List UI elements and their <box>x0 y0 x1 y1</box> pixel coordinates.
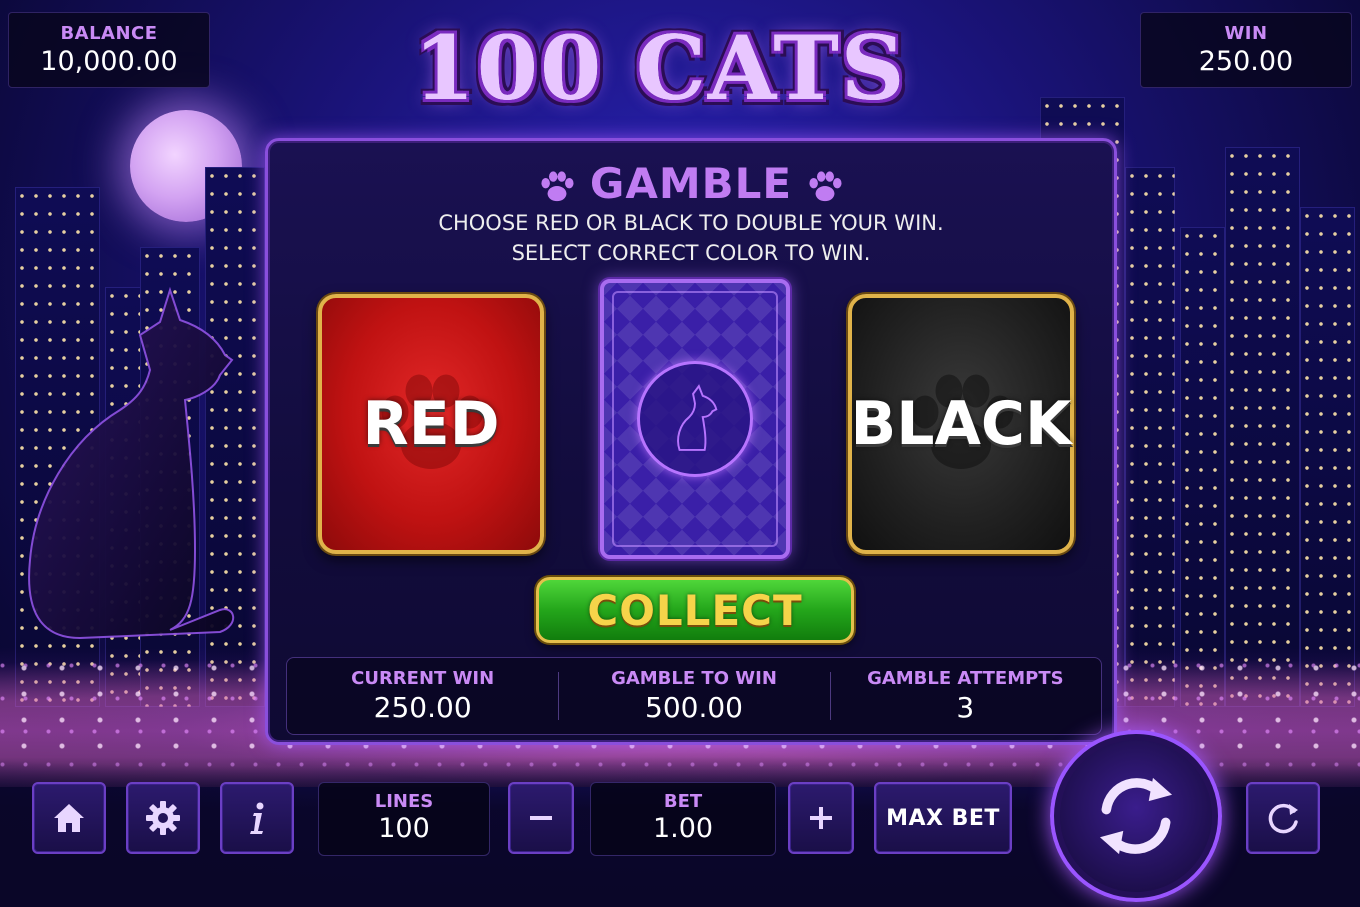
current-win-stat: CURRENT WIN 250.00 <box>287 658 558 734</box>
spin-icon <box>1099 777 1173 855</box>
skyscraper <box>1180 227 1225 707</box>
max-bet-button[interactable]: MAX BET <box>874 782 1012 854</box>
black-card-label: BLACK <box>850 389 1072 459</box>
home-icon <box>54 804 84 832</box>
gamble-instruction-line2: SELECT CORRECT COLOR TO WIN. <box>511 241 871 265</box>
bet-increase-button[interactable] <box>788 782 854 854</box>
cat-silhouette-icon <box>28 286 235 640</box>
current-win-label: CURRENT WIN <box>351 668 495 689</box>
black-card-button[interactable]: BLACK <box>848 294 1074 554</box>
paw-icon <box>541 170 574 201</box>
gamble-to-win-value: 500.00 <box>645 691 743 724</box>
settings-button[interactable] <box>126 782 200 854</box>
bet-label: BET <box>663 791 703 812</box>
minus-icon <box>530 816 552 820</box>
gamble-title-row: GAMBLE <box>268 159 1114 208</box>
gamble-to-win-stat: GAMBLE TO WIN 500.00 <box>558 658 829 734</box>
autoplay-refresh-icon <box>1268 803 1298 834</box>
cat-medallion <box>637 361 753 477</box>
autoplay-button[interactable] <box>1246 782 1320 854</box>
skyscraper <box>1125 167 1175 707</box>
win-value: 250.00 <box>1198 46 1294 77</box>
gamble-stats: CURRENT WIN 250.00 GAMBLE TO WIN 500.00 … <box>286 657 1102 735</box>
info-icon <box>250 802 264 834</box>
face-down-card <box>600 279 790 559</box>
win-label: WIN <box>1224 23 1268 44</box>
gamble-attempts-label: GAMBLE ATTEMPTS <box>867 668 1064 689</box>
bet-value: 1.00 <box>652 813 714 844</box>
gamble-attempts-value: 3 <box>956 691 975 724</box>
bet-display: BET 1.00 <box>590 782 776 856</box>
skyscraper <box>1300 207 1355 707</box>
gamble-title: GAMBLE <box>589 159 793 208</box>
home-button[interactable] <box>32 782 106 854</box>
spin-button[interactable] <box>1050 730 1222 902</box>
current-win-value: 250.00 <box>373 691 472 724</box>
gamble-to-win-label: GAMBLE TO WIN <box>611 668 777 689</box>
bet-decrease-button[interactable] <box>508 782 574 854</box>
balance-value: 10,000.00 <box>40 46 178 77</box>
collect-label: COLLECT <box>587 585 803 635</box>
game-logo: 100 CATS <box>413 16 907 120</box>
paw-icon <box>809 170 842 201</box>
max-bet-label: MAX BET <box>886 805 1000 831</box>
plus-icon <box>810 807 832 829</box>
lines-display: LINES 100 <box>318 782 490 856</box>
red-card-button[interactable]: RED <box>318 294 544 554</box>
lines-label: LINES <box>374 791 434 812</box>
gear-icon <box>146 801 180 835</box>
gamble-panel: GAMBLE CHOOSE RED OR BLACK TO DOUBLE YOU… <box>265 138 1117 745</box>
red-card-label: RED <box>362 389 500 459</box>
gamble-instruction-line1: CHOOSE RED OR BLACK TO DOUBLE YOUR WIN. <box>438 211 944 235</box>
balance-label: BALANCE <box>60 23 158 44</box>
skyscraper <box>1225 147 1300 707</box>
lines-value: 100 <box>378 813 430 844</box>
cat-icon <box>677 384 718 451</box>
collect-button[interactable]: COLLECT <box>536 577 854 643</box>
balance-display: BALANCE 10,000.00 <box>8 12 210 88</box>
info-button[interactable] <box>220 782 294 854</box>
gamble-attempts-stat: GAMBLE ATTEMPTS 3 <box>829 658 1101 734</box>
win-display: WIN 250.00 <box>1140 12 1352 88</box>
